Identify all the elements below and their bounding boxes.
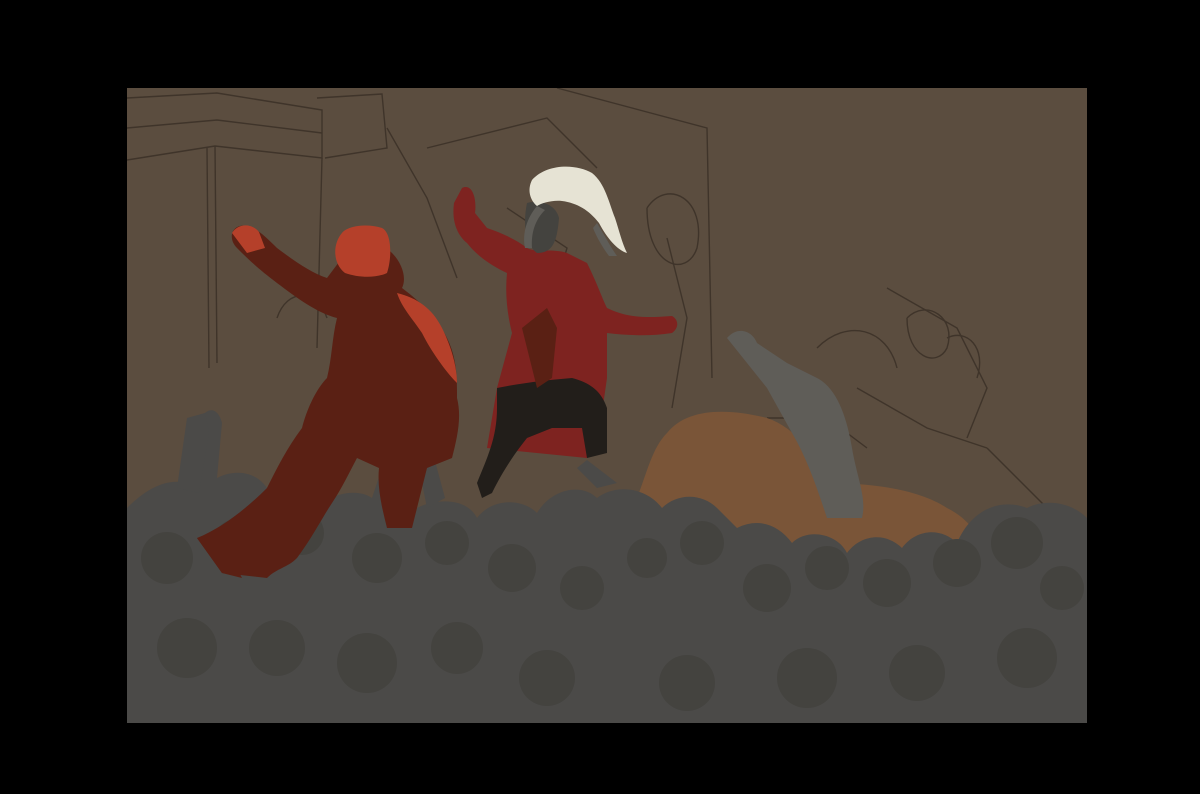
black-frame bbox=[0, 0, 1200, 794]
artwork-canvas bbox=[127, 88, 1087, 723]
